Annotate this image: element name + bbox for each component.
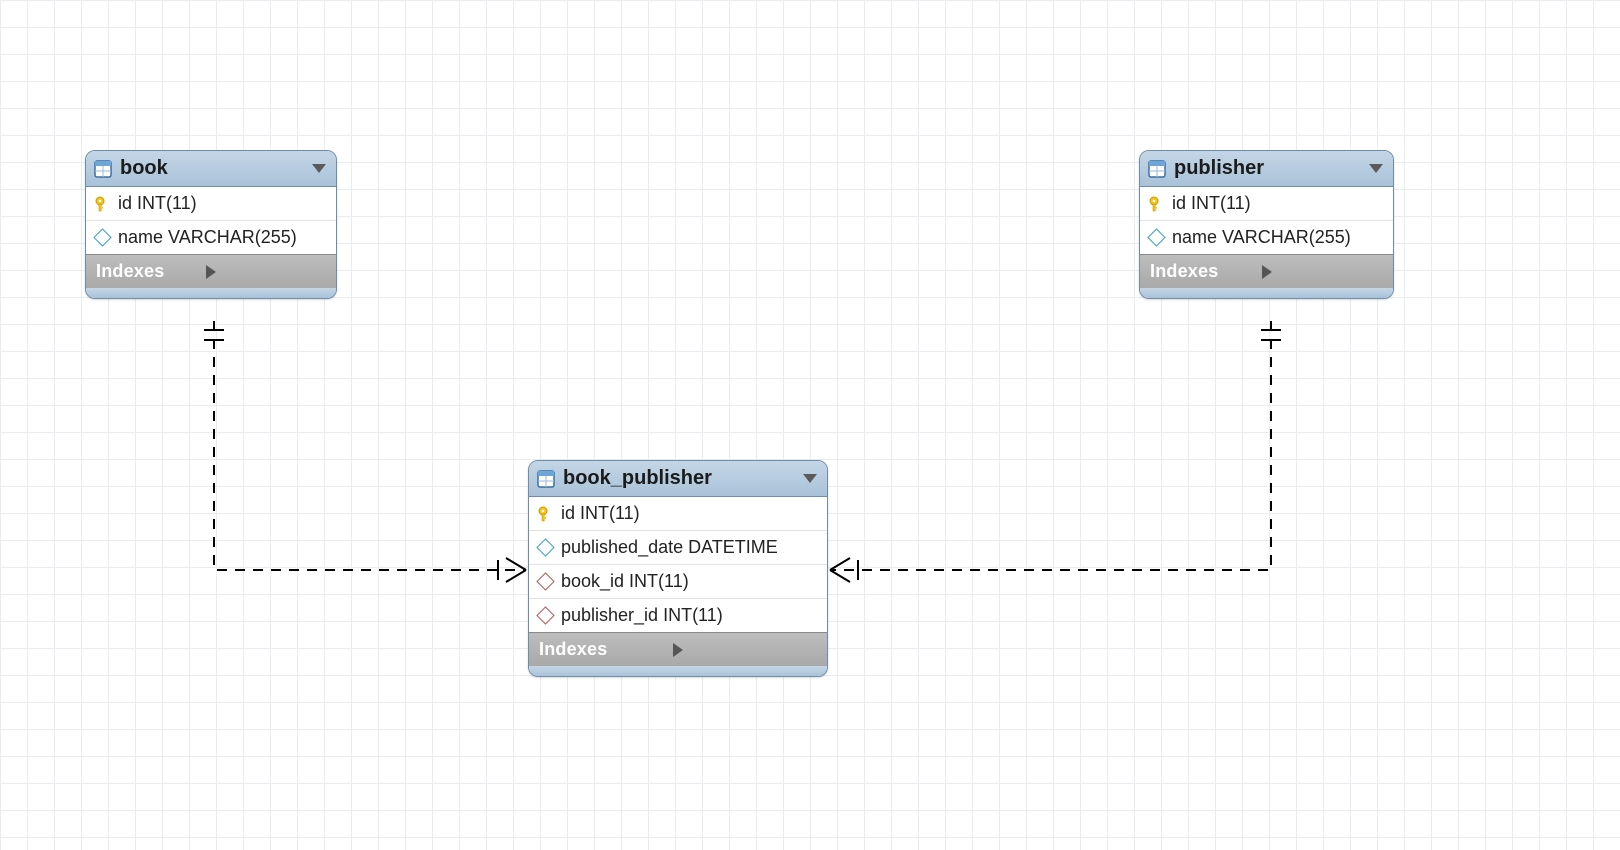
entity-header[interactable]: book_publisher — [529, 461, 827, 497]
entity-title: publisher — [1174, 157, 1361, 180]
primary-key-icon — [94, 196, 110, 212]
chevron-down-icon — [803, 474, 817, 483]
primary-key-icon — [537, 506, 553, 522]
indexes-label: Indexes — [539, 639, 673, 660]
chevron-down-icon — [1369, 164, 1383, 173]
column-label: publisher_id INT(11) — [561, 605, 723, 626]
entity-publisher[interactable]: publisher id INT(11) name VARCHAR(255) I… — [1139, 150, 1394, 299]
entity-footer — [86, 288, 336, 298]
entity-title: book_publisher — [563, 467, 795, 490]
chevron-down-icon — [312, 164, 326, 173]
chevron-right-icon — [673, 643, 817, 657]
column-label: name VARCHAR(255) — [1172, 227, 1351, 248]
column-list: id INT(11) name VARCHAR(255) — [1140, 187, 1393, 254]
foreign-key-icon — [537, 608, 553, 624]
entity-title: book — [120, 157, 304, 180]
column-label: id INT(11) — [118, 193, 197, 214]
column-label: name VARCHAR(255) — [118, 227, 297, 248]
entity-header[interactable]: publisher — [1140, 151, 1393, 187]
indexes-section[interactable]: Indexes — [86, 254, 336, 288]
indexes-section[interactable]: Indexes — [529, 632, 827, 666]
erd-canvas[interactable]: book id INT(11) name VARCHAR(255) Indexe… — [0, 0, 1620, 850]
entity-footer — [529, 666, 827, 676]
indexes-label: Indexes — [1150, 261, 1262, 282]
indexes-section[interactable]: Indexes — [1140, 254, 1393, 288]
column-icon — [537, 540, 553, 556]
chevron-right-icon — [1262, 265, 1384, 279]
column-row[interactable]: published_date DATETIME — [529, 531, 827, 565]
entity-header[interactable]: book — [86, 151, 336, 187]
table-icon — [1148, 160, 1166, 178]
column-label: id INT(11) — [561, 503, 640, 524]
column-label: published_date DATETIME — [561, 537, 778, 558]
indexes-label: Indexes — [96, 261, 206, 282]
column-list: id INT(11) name VARCHAR(255) — [86, 187, 336, 254]
foreign-key-icon — [537, 574, 553, 590]
column-icon — [1148, 230, 1164, 246]
table-icon — [537, 470, 555, 488]
column-icon — [94, 230, 110, 246]
entity-book-publisher[interactable]: book_publisher id INT(11) published_date… — [528, 460, 828, 677]
entity-footer — [1140, 288, 1393, 298]
column-row[interactable]: name VARCHAR(255) — [86, 221, 336, 254]
column-row[interactable]: publisher_id INT(11) — [529, 599, 827, 632]
column-row[interactable]: id INT(11) — [86, 187, 336, 221]
column-row[interactable]: name VARCHAR(255) — [1140, 221, 1393, 254]
column-row[interactable]: book_id INT(11) — [529, 565, 827, 599]
primary-key-icon — [1148, 196, 1164, 212]
chevron-right-icon — [206, 265, 326, 279]
column-label: book_id INT(11) — [561, 571, 689, 592]
column-label: id INT(11) — [1172, 193, 1251, 214]
table-icon — [94, 160, 112, 178]
relationship-lines — [0, 0, 1620, 850]
entity-book[interactable]: book id INT(11) name VARCHAR(255) Indexe… — [85, 150, 337, 299]
column-list: id INT(11) published_date DATETIME book_… — [529, 497, 827, 632]
column-row[interactable]: id INT(11) — [529, 497, 827, 531]
column-row[interactable]: id INT(11) — [1140, 187, 1393, 221]
